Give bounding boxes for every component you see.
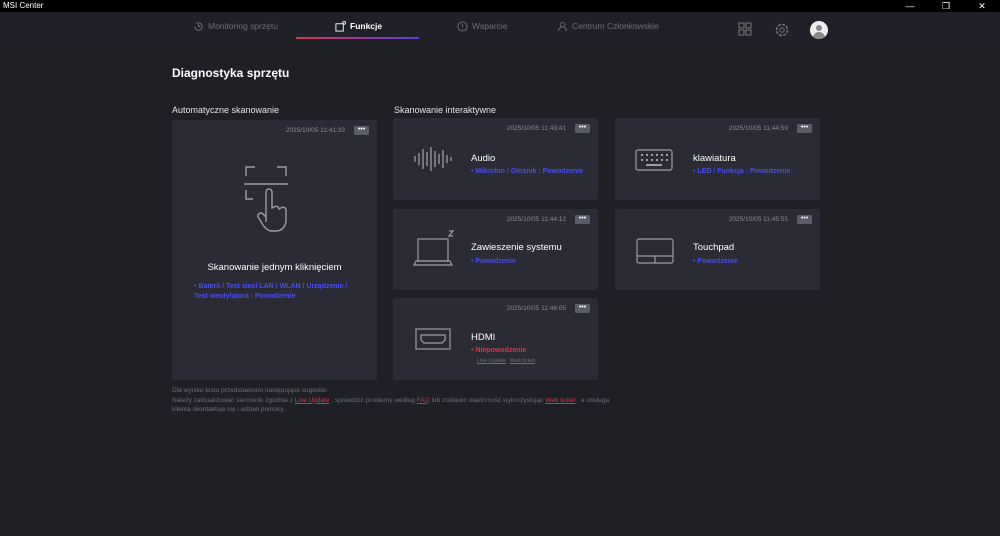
tab-centrum[interactable]: Centrum Członkowskie	[557, 12, 659, 40]
support-icon	[457, 20, 468, 32]
auto-card-status: • Baterii / Test sieci LAN / WLAN / Urzą…	[194, 283, 348, 300]
note-text: , sprawdzić problemy według	[329, 396, 417, 404]
more-button[interactable]: •••	[797, 124, 812, 133]
title-bar: MSI Center — ❐ ✕	[0, 0, 1000, 12]
tab-label: Funkcje	[350, 21, 383, 31]
web-ticket-link[interactable]: Web ticket	[545, 397, 575, 404]
more-button[interactable]: •••	[797, 215, 812, 224]
timestamp: 2025/10/05 11:46:05	[506, 305, 566, 312]
card-title: klawiatura	[693, 153, 736, 164]
note-text: lub zostawić wiadomość wykorzystując	[429, 396, 546, 404]
top-nav: Monitoring sprzętu Funkcje Wsparcie Cent…	[0, 12, 1000, 40]
tab-label: Wsparcie	[472, 21, 508, 31]
keyboard-card[interactable]: 2025/10/05 11:44:59 ••• klawiatura • LED …	[615, 118, 820, 200]
card-title: HDMI	[471, 332, 496, 343]
more-button[interactable]: •••	[575, 215, 590, 224]
audio-card[interactable]: 2025/10/05 11:43:41 ••• Audio • Mikrofon …	[393, 118, 598, 200]
auto-scan-card[interactable]: 2025/10/05 11:41:33 ••• Skanowanie jedny…	[172, 120, 377, 380]
faq-link[interactable]: FAQ	[417, 397, 430, 404]
card-status: • Niepowodzenie	[471, 347, 527, 354]
web-ticket-link[interactable]: Web ticket	[509, 358, 535, 364]
auto-card-title: Skanowanie jednym kliknięciem	[207, 262, 342, 273]
timestamp: 2025/10/05 11:45:55	[728, 216, 788, 223]
note-text: Należy zaktualizować sterownik zgodnie z	[172, 396, 295, 404]
more-button[interactable]: •••	[575, 304, 590, 313]
app-title: MSI Center	[3, 1, 44, 10]
keyboard-icon	[635, 149, 673, 171]
more-button[interactable]: •••	[354, 126, 369, 135]
functions-icon	[335, 20, 346, 32]
note-heading: Dla wyniku testu przedstawiono następują…	[172, 387, 328, 394]
hdmi-card[interactable]: 2025/10/05 11:46:05 ••• HDMI • Niepowodze…	[393, 298, 598, 380]
laptop-sleep-icon	[413, 230, 455, 266]
apps-grid-icon[interactable]	[738, 22, 752, 36]
minimize-button[interactable]: —	[892, 0, 928, 12]
gear-icon[interactable]	[774, 22, 790, 38]
audio-wave-icon	[414, 147, 452, 171]
tab-label: Centrum Członkowskie	[572, 21, 659, 31]
card-status: • Powodzenie	[471, 258, 516, 265]
user-icon	[557, 21, 568, 31]
tab-label: Monitoring sprzętu	[208, 21, 278, 31]
timestamp: 2025/10/05 11:44:12	[506, 216, 566, 223]
suggestion-note: Dla wyniku testu przedstawiono następują…	[172, 386, 612, 415]
card-status: • Mikrofon / Głośnik : Powodzenie	[471, 168, 584, 175]
live-update-link[interactable]: Live Update	[295, 397, 330, 404]
live-update-link[interactable]: Live Update	[477, 358, 506, 364]
tab-wsparcie[interactable]: Wsparcie	[457, 12, 507, 40]
more-button[interactable]: •••	[575, 124, 590, 133]
tab-funkcje[interactable]: Funkcje	[335, 12, 382, 40]
restore-button[interactable]: ❐	[928, 0, 964, 12]
active-tab-indicator	[296, 37, 419, 39]
refresh-icon	[194, 21, 203, 31]
auto-section-title: Automatyczne skanowanie	[172, 105, 280, 115]
close-button[interactable]: ✕	[964, 0, 1000, 12]
scan-touch-icon	[244, 166, 288, 232]
card-status: • LED / Funkcja : Powodzenie	[693, 168, 791, 175]
hdmi-port-icon	[415, 328, 451, 350]
touchpad-icon	[636, 238, 674, 264]
timestamp: 2025/10/05 11:44:59	[728, 125, 788, 132]
tab-monitoring[interactable]: Monitoring sprzętu	[193, 12, 278, 40]
timestamp: 2025/10/05 11:41:33	[285, 127, 345, 134]
avatar[interactable]	[810, 21, 828, 39]
interactive-section-title: Skanowanie interaktywne	[394, 105, 497, 115]
touchpad-card[interactable]: 2025/10/05 11:45:55 ••• Touchpad • Powodz…	[615, 209, 820, 290]
card-title: Audio	[471, 153, 496, 164]
card-title: Touchpad	[693, 242, 735, 253]
card-status: • Powodzenie	[693, 258, 738, 265]
system-sleep-card[interactable]: 2025/10/05 11:44:12 ••• Zawieszenie syste…	[393, 209, 598, 290]
timestamp: 2025/10/05 11:43:41	[506, 125, 566, 132]
page-title: Diagnostyka sprzętu	[172, 66, 290, 80]
card-title: Zawieszenie systemu	[471, 242, 562, 253]
